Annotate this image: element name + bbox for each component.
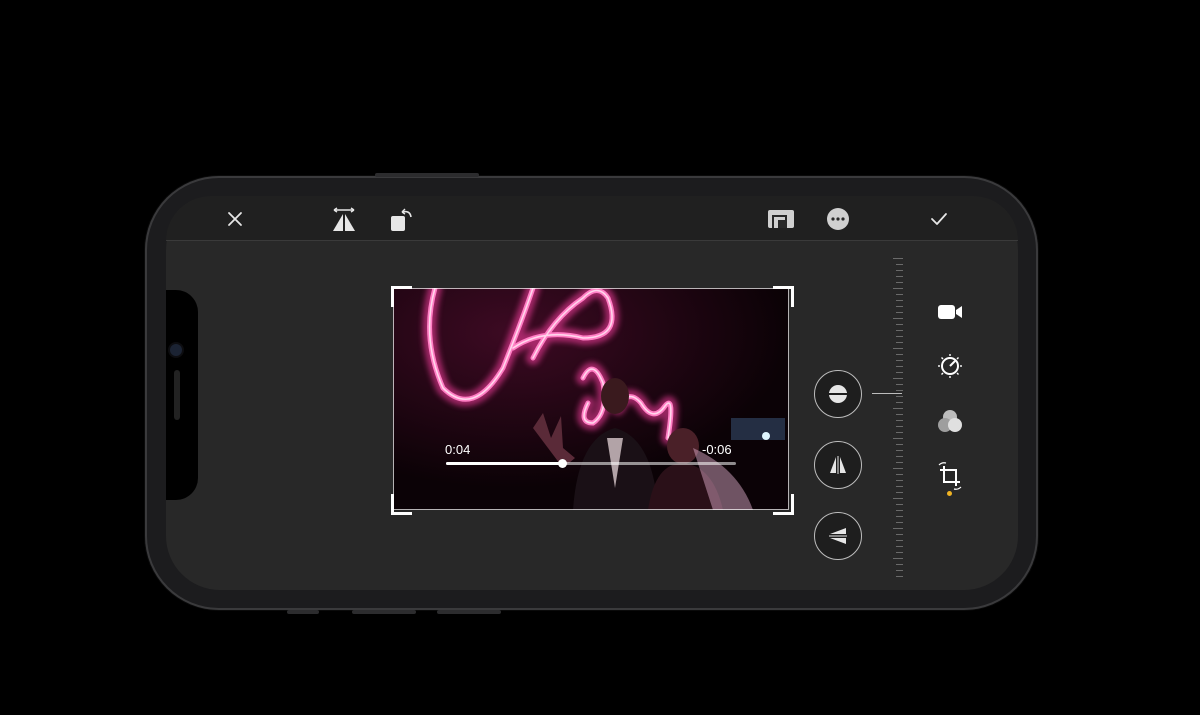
- ruler-tick: [896, 474, 903, 475]
- horizontal-perspective-icon: [829, 528, 847, 544]
- ruler-tick: [896, 414, 903, 415]
- ruler-tick: [896, 372, 903, 373]
- ruler-tick: [893, 498, 903, 499]
- ruler-tick: [896, 510, 903, 511]
- ruler-tick: [893, 348, 903, 349]
- ruler-tick: [896, 390, 903, 391]
- remaining-time: -0:06: [702, 442, 732, 457]
- crop-handle-bottom-left[interactable]: [391, 494, 412, 515]
- ruler-tick: [896, 294, 903, 295]
- adjust-dial-icon[interactable]: [935, 351, 965, 381]
- ruler-tick: [896, 480, 903, 481]
- phone-volume-up-button: [352, 610, 416, 614]
- ruler-tick: [896, 570, 903, 571]
- ruler-tick: [896, 312, 903, 313]
- ruler-tick: [896, 504, 903, 505]
- crop-handle-top-right[interactable]: [773, 286, 794, 307]
- ruler-tick: [896, 534, 903, 535]
- ruler-tick: [893, 438, 903, 439]
- ruler-tick: [893, 288, 903, 289]
- ruler-tick: [896, 336, 903, 337]
- ruler-tick: [893, 258, 903, 259]
- more-icon[interactable]: [826, 207, 850, 231]
- ruler-tick: [896, 546, 903, 547]
- ruler-tick: [896, 324, 903, 325]
- crop-rotate-icon[interactable]: [935, 461, 965, 491]
- ruler-tick: [896, 270, 903, 271]
- ruler-tick: [896, 432, 903, 433]
- active-tool-indicator: [947, 491, 952, 496]
- video-preview[interactable]: [393, 288, 789, 510]
- ruler-tick: [896, 342, 903, 343]
- ruler-tick: [896, 540, 903, 541]
- front-camera: [170, 344, 182, 356]
- ruler-tick: [896, 366, 903, 367]
- flip-horizontal-icon[interactable]: [330, 205, 358, 233]
- ruler-tick: [896, 462, 903, 463]
- ruler-tick: [896, 264, 903, 265]
- angle-ruler[interactable]: [893, 258, 903, 577]
- vertical-perspective-icon: [830, 456, 846, 474]
- straighten-icon: [828, 385, 848, 403]
- phone-volume-button: [287, 610, 319, 614]
- ruler-tick: [893, 378, 903, 379]
- vertical-perspective-button[interactable]: [814, 441, 862, 489]
- scrubber-knob[interactable]: [558, 459, 567, 468]
- video-icon[interactable]: [935, 297, 965, 327]
- ruler-tick: [896, 360, 903, 361]
- checkmark-icon[interactable]: [928, 208, 950, 230]
- aspect-ratio-icon[interactable]: [767, 206, 795, 232]
- earpiece-speaker: [174, 370, 180, 420]
- video-still-image: [393, 288, 789, 510]
- close-icon[interactable]: [224, 208, 246, 230]
- ruler-tick: [893, 558, 903, 559]
- elapsed-time: 0:04: [445, 442, 471, 457]
- ruler-tick: [896, 282, 903, 283]
- ruler-tick: [896, 486, 903, 487]
- rotate-icon[interactable]: [388, 205, 416, 233]
- ruler-tick: [896, 402, 903, 403]
- ruler-tick: [896, 276, 903, 277]
- top-toolbar: [166, 196, 1018, 241]
- ruler-tick: [896, 552, 903, 553]
- ruler-tick: [893, 408, 903, 409]
- straighten-button[interactable]: [814, 370, 862, 418]
- ruler-tick: [896, 522, 903, 523]
- phone-volume-down-button: [437, 610, 501, 614]
- scrubber-progress: [446, 462, 562, 465]
- crop-handle-bottom-right[interactable]: [773, 494, 794, 515]
- horizontal-perspective-button[interactable]: [814, 512, 862, 560]
- ruler-tick: [896, 456, 903, 457]
- video-scrubber[interactable]: [446, 459, 736, 468]
- ruler-tick: [896, 384, 903, 385]
- ruler-tick: [896, 354, 903, 355]
- filters-icon[interactable]: [935, 406, 965, 436]
- ruler-tick: [896, 444, 903, 445]
- phone-top-button: [375, 173, 479, 177]
- ruler-tick: [896, 300, 903, 301]
- ruler-tick: [896, 564, 903, 565]
- ruler-tick: [896, 396, 903, 397]
- ruler-tick: [896, 492, 903, 493]
- crop-handle-top-left[interactable]: [391, 286, 412, 307]
- ruler-tick: [896, 516, 903, 517]
- ruler-tick: [893, 528, 903, 529]
- ruler-tick: [893, 318, 903, 319]
- notch: [166, 290, 198, 500]
- ruler-tick: [896, 330, 903, 331]
- ruler-tick: [896, 426, 903, 427]
- ruler-tick: [896, 576, 903, 577]
- ruler-tick: [896, 306, 903, 307]
- ruler-tick: [896, 420, 903, 421]
- ruler-tick: [893, 468, 903, 469]
- ruler-tick: [896, 450, 903, 451]
